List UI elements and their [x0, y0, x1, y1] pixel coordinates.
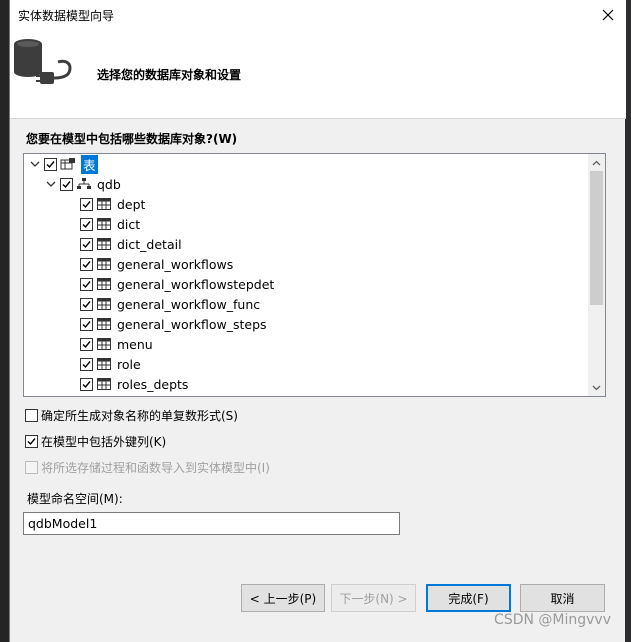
- tree-node-table[interactable]: menu: [80, 334, 153, 354]
- ide-background-left: [0, 0, 9, 642]
- table-icon: [97, 238, 111, 250]
- table-checkbox[interactable]: [80, 277, 93, 291]
- table-name: dept: [117, 196, 146, 212]
- table-checkbox[interactable]: [80, 317, 93, 331]
- tree-node-tables[interactable]: 表: [28, 154, 98, 174]
- close-icon: [602, 9, 614, 21]
- tree-node-table[interactable]: dict_detail: [80, 234, 182, 254]
- tree-node-table[interactable]: dict: [80, 214, 140, 234]
- table-name: general_workflowstepdet: [117, 276, 275, 292]
- partial-checkbox: [80, 395, 93, 396]
- back-button[interactable]: < 上一步(P): [241, 584, 325, 612]
- tree-node-partial: [80, 392, 96, 396]
- table-name: menu: [117, 336, 153, 352]
- scroll-up-button[interactable]: [588, 154, 605, 171]
- table-icon: [97, 218, 111, 230]
- table-name: dict: [117, 216, 141, 232]
- tree-node-label: qdb: [97, 176, 121, 192]
- tree-node-table[interactable]: general_workflows: [80, 254, 233, 274]
- tree-node-table[interactable]: general_workflow_steps: [80, 314, 267, 334]
- table-icon: [97, 298, 111, 310]
- table-icon: [97, 198, 111, 210]
- table-checkbox[interactable]: [80, 377, 93, 391]
- watermark: CSDN @Mingvvv: [494, 612, 611, 628]
- foreign-keys-label: 在模型中包括外键列(K): [41, 435, 167, 449]
- tree-node-table[interactable]: general_workflowstepdet: [80, 274, 274, 294]
- table-checkbox[interactable]: [80, 197, 93, 211]
- window-title: 实体数据模型向导: [18, 9, 115, 23]
- wizard-header: 选择您的数据库对象和设置: [10, 30, 626, 119]
- table-icon: [97, 278, 111, 290]
- scroll-thumb[interactable]: [590, 171, 603, 305]
- tree-node-table[interactable]: general_workflow_func: [80, 294, 260, 314]
- table-icon: [97, 318, 111, 330]
- tree-label: 您要在模型中包括哪些数据库对象?(W): [26, 132, 238, 146]
- title-bar: 实体数据模型向导: [10, 0, 626, 30]
- table-name: general_workflow_func: [117, 296, 261, 312]
- table-checkbox[interactable]: [80, 257, 93, 271]
- tree-node-database[interactable]: qdb: [44, 174, 121, 194]
- wizard-step-heading: 选择您的数据库对象和设置: [97, 68, 242, 82]
- import-procs-label: 将所选存储过程和函数导入到实体模型中(I): [41, 461, 270, 475]
- table-icon: [97, 258, 111, 270]
- collapse-icon[interactable]: [28, 157, 42, 171]
- next-button: 下一步(N) >: [331, 584, 416, 612]
- tables-folder-icon: [60, 158, 75, 170]
- tree-node-table[interactable]: roles_depts: [80, 374, 188, 394]
- collapse-icon[interactable]: [44, 177, 58, 191]
- database-objects-tree[interactable]: 表 qdb dept dict dict_detail general_workflo…: [23, 153, 606, 397]
- pluralize-checkbox[interactable]: [25, 409, 38, 422]
- namespace-label: 模型命名空间(M):: [27, 492, 123, 506]
- pluralize-option[interactable]: 确定所生成对象名称的单复数形式(S): [25, 407, 238, 424]
- pluralize-label: 确定所生成对象名称的单复数形式(S): [41, 409, 238, 423]
- foreign-keys-checkbox[interactable]: [25, 435, 38, 448]
- import-procs-option: 将所选存储过程和函数导入到实体模型中(I): [25, 459, 270, 476]
- chevron-down-icon: [592, 385, 601, 390]
- table-icon: [97, 378, 111, 390]
- import-procs-checkbox: [25, 461, 38, 474]
- table-name: role: [117, 356, 141, 372]
- table-checkbox[interactable]: [80, 217, 93, 231]
- tree-node-label: 表: [81, 154, 98, 174]
- table-checkbox[interactable]: [80, 237, 93, 251]
- tree-vertical-scrollbar[interactable]: [588, 154, 605, 396]
- cancel-button[interactable]: 取消: [520, 584, 605, 612]
- table-icon: [97, 338, 111, 350]
- table-name: dict_detail: [117, 236, 182, 252]
- namespace-input[interactable]: [23, 512, 400, 535]
- entity-model-wizard-dialog: 实体数据模型向导 选择您的数据库对象和设置 您要在模型中包括哪些数据库对象?(W…: [9, 0, 626, 642]
- tree-node-table[interactable]: role: [80, 354, 141, 374]
- finish-button[interactable]: 完成(F): [426, 584, 511, 612]
- scroll-down-button[interactable]: [588, 379, 605, 396]
- database-connection-icon: [14, 39, 72, 84]
- close-button[interactable]: [596, 4, 620, 26]
- table-checkbox[interactable]: [80, 337, 93, 351]
- table-checkbox[interactable]: [80, 297, 93, 311]
- tables-checkbox[interactable]: [44, 157, 57, 171]
- table-name: roles_depts: [117, 376, 189, 392]
- table-icon: [97, 358, 111, 370]
- table-name: general_workflows: [117, 256, 234, 272]
- table-name: general_workflow_steps: [117, 316, 267, 332]
- database-checkbox[interactable]: [60, 177, 73, 191]
- foreign-keys-option[interactable]: 在模型中包括外键列(K): [25, 433, 166, 450]
- schema-icon: [77, 178, 91, 189]
- tree-node-table[interactable]: dept: [80, 194, 145, 214]
- table-checkbox[interactable]: [80, 357, 93, 371]
- chevron-up-icon: [592, 160, 601, 165]
